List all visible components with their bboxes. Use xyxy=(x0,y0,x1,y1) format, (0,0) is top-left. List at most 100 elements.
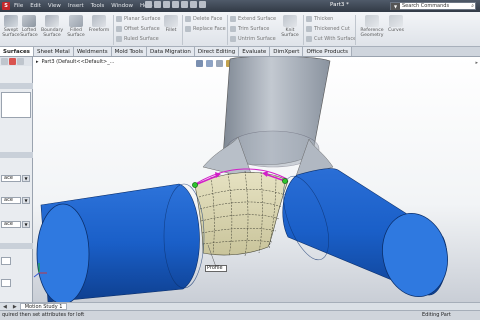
separator xyxy=(113,15,114,45)
upper-surface-body[interactable] xyxy=(202,57,334,180)
next-tab-icon[interactable]: ▶ xyxy=(10,304,20,310)
property-manager-toolbar xyxy=(0,57,32,66)
profile-callout[interactable]: Profile xyxy=(205,265,227,272)
filled-surface-icon xyxy=(69,15,83,27)
tab-sheet-metal[interactable]: Sheet Metal xyxy=(33,47,74,56)
separator xyxy=(227,15,228,45)
swept-surface-icon xyxy=(4,15,18,27)
trim-surface-icon xyxy=(230,26,236,32)
previous-tab-icon[interactable]: ◀ xyxy=(0,304,10,310)
start-constraint-dropdown[interactable]: ace xyxy=(1,175,21,182)
solidworks-logo-icon[interactable]: S xyxy=(2,2,10,10)
left-tube-body[interactable] xyxy=(36,183,205,302)
planar-surface-button[interactable]: Planar Surface xyxy=(116,16,160,22)
save-icon[interactable] xyxy=(163,1,170,8)
title-bar: S File Edit View Insert Tools Window Hel… xyxy=(0,0,480,12)
tab-motion-study[interactable]: Motion Study 1 xyxy=(19,303,68,310)
boundary-surface-button[interactable]: Boundary Surface xyxy=(40,15,64,38)
menu-edit[interactable]: Edit xyxy=(30,3,41,9)
lofted-surface-button[interactable]: Lofted Surface xyxy=(20,15,38,38)
separator xyxy=(303,15,304,45)
chevron-down-icon[interactable]: ▼ xyxy=(22,175,30,182)
tab-evaluate[interactable]: Evaluate xyxy=(239,47,271,56)
offset-surface-button[interactable]: Offset Surface xyxy=(116,26,160,32)
section-header[interactable] xyxy=(0,152,33,158)
menu-file[interactable]: File xyxy=(14,3,23,9)
chevron-down-icon[interactable]: ▼ xyxy=(22,221,30,228)
thickened-cut-icon xyxy=(306,26,312,32)
ruled-surface-button[interactable]: Ruled Surface xyxy=(116,36,159,42)
extend-surface-button[interactable]: Extend Surface xyxy=(230,16,276,22)
curves-icon xyxy=(389,15,403,27)
status-bar: quired then set attributes for loft Edit… xyxy=(0,310,480,320)
chevron-down-icon[interactable]: ▼ xyxy=(22,197,30,204)
trim-surface-button[interactable]: Trim Surface xyxy=(230,26,269,32)
knit-surface-button[interactable]: Knit Surface xyxy=(280,15,300,38)
bottom-tab-bar: ◀ ▶ Motion Study 1 xyxy=(0,302,480,310)
option-checkbox[interactable] xyxy=(1,257,11,265)
extend-surface-icon xyxy=(230,16,236,22)
reference-geometry-button[interactable]: Reference Geometry xyxy=(358,15,386,38)
menu-window[interactable]: Window xyxy=(111,3,133,9)
swept-surface-button[interactable]: Swept Surface xyxy=(2,15,20,38)
3d-model-viewport xyxy=(33,57,455,302)
property-manager-tab-icon[interactable] xyxy=(9,58,16,65)
tab-dimxpert[interactable]: DimXpert xyxy=(270,47,304,56)
fillet-button[interactable]: Fillet xyxy=(162,15,180,33)
replace-face-button[interactable]: Replace Face xyxy=(185,26,226,32)
knit-surface-icon xyxy=(283,15,297,27)
tangent-dropdown[interactable]: ace xyxy=(1,221,21,228)
option-checkbox[interactable] xyxy=(1,279,11,287)
tab-direct-editing[interactable]: Direct Editing xyxy=(194,47,240,56)
status-editing-mode: Editing Part xyxy=(422,312,451,318)
cut-with-surface-button[interactable]: Cut With Surface xyxy=(306,36,356,42)
menu-view[interactable]: View xyxy=(48,3,61,9)
menu-insert[interactable]: Insert xyxy=(68,3,84,9)
tab-weldments[interactable]: Weldments xyxy=(73,47,112,56)
document-title: Part3 * xyxy=(330,2,349,8)
fillet-icon xyxy=(164,15,178,27)
separator xyxy=(182,15,183,45)
loft-preview-surface[interactable] xyxy=(194,168,289,257)
delete-face-button[interactable]: Delete Face xyxy=(185,16,222,22)
ruled-surface-icon xyxy=(116,36,122,42)
end-constraint-dropdown[interactable]: ace xyxy=(1,197,21,204)
green-connector-point-icon[interactable] xyxy=(192,182,198,188)
lofted-surface-icon xyxy=(22,15,36,27)
options-icon[interactable] xyxy=(199,1,206,8)
menu-bar: File Edit View Insert Tools Window Help xyxy=(14,3,153,9)
section-header[interactable] xyxy=(0,83,33,89)
configuration-tab-icon[interactable] xyxy=(17,58,24,65)
planar-surface-icon xyxy=(116,16,122,22)
undo-icon[interactable] xyxy=(181,1,188,8)
rebuild-icon[interactable] xyxy=(190,1,197,8)
menu-tools[interactable]: Tools xyxy=(91,3,105,9)
tab-data-migration[interactable]: Data Migration xyxy=(147,47,195,56)
search-icon[interactable]: ⌕ xyxy=(471,3,474,9)
boundary-surface-icon xyxy=(45,15,59,27)
thicken-button[interactable]: Thicken xyxy=(306,16,333,22)
new-icon[interactable] xyxy=(145,1,152,8)
search-commands-input[interactable]: ▼ Search Commands ⌕ xyxy=(390,2,476,10)
freeform-button[interactable]: Freeform xyxy=(88,15,110,33)
freeform-icon xyxy=(92,15,106,27)
right-tube-body[interactable] xyxy=(274,168,455,302)
search-scope-icon[interactable]: ▼ xyxy=(391,2,400,10)
thickened-cut-button[interactable]: Thickened Cut xyxy=(306,26,350,32)
open-icon[interactable] xyxy=(154,1,161,8)
replace-face-icon xyxy=(185,26,191,32)
green-connector-point-icon[interactable] xyxy=(282,178,288,184)
graphics-area[interactable]: ▸ Part3 (Default<<Default>_... ▸ Profile xyxy=(33,57,480,302)
section-header[interactable] xyxy=(0,243,33,249)
reference-geometry-icon xyxy=(365,15,379,27)
profiles-selection-box[interactable] xyxy=(1,92,31,118)
separator xyxy=(355,15,356,45)
untrim-surface-button[interactable]: Untrim Surface xyxy=(230,36,276,42)
tab-surfaces[interactable]: Surfaces xyxy=(0,47,34,56)
curves-button[interactable]: Curves xyxy=(387,15,405,33)
print-icon[interactable] xyxy=(172,1,179,8)
tab-mold-tools[interactable]: Mold Tools xyxy=(111,47,148,56)
filled-surface-button[interactable]: Filled Surface xyxy=(66,15,86,38)
tab-office-products[interactable]: Office Products xyxy=(303,47,352,56)
feature-tree-tab-icon[interactable] xyxy=(1,58,8,65)
